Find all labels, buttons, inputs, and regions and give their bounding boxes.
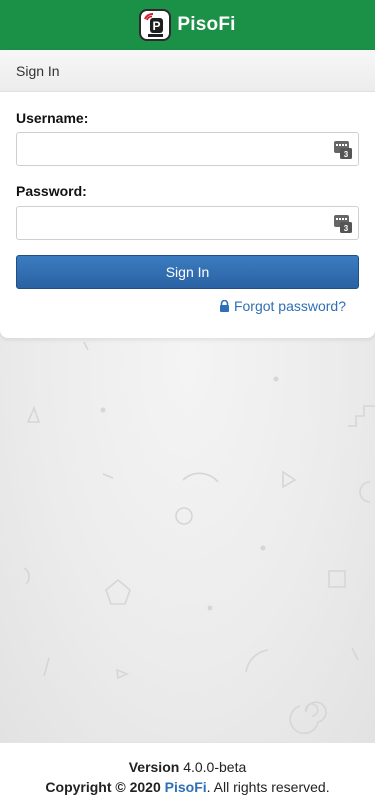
username-input[interactable] xyxy=(17,133,317,165)
brand-name: PisoFi xyxy=(177,14,236,35)
footer: Version 4.0.0-beta Copyright © 2020 Piso… xyxy=(0,742,375,812)
svg-text:3: 3 xyxy=(344,224,349,233)
copyright-prefix: Copyright © 2020 xyxy=(45,779,161,795)
top-navbar: P PisoFi xyxy=(0,0,375,50)
version-value: 4.0.0-beta xyxy=(183,759,247,775)
copyright-suffix: . All rights reserved. xyxy=(206,779,330,795)
brand[interactable]: P PisoFi xyxy=(139,9,235,41)
password-label: Password: xyxy=(16,183,87,199)
username-label: Username: xyxy=(16,110,89,126)
virtual-keyboard-icon[interactable]: 3 xyxy=(334,215,352,233)
footer-brand-link[interactable]: PisoFi xyxy=(165,779,207,795)
lock-icon xyxy=(219,300,229,312)
login-card: Sign In Username: 3 Password: 3 Sign In xyxy=(0,50,375,338)
username-field-wrapper: 3 xyxy=(16,132,359,166)
svg-text:3: 3 xyxy=(344,150,349,159)
version-line: Version 4.0.0-beta xyxy=(0,759,375,775)
virtual-keyboard-icon[interactable]: 3 xyxy=(334,141,352,159)
version-label: Version xyxy=(128,759,180,775)
pisofi-logo-icon: P xyxy=(139,9,172,41)
sign-in-button[interactable]: Sign In xyxy=(16,255,359,289)
forgot-password-label: Forgot password? xyxy=(233,298,346,314)
copyright-line: Copyright © 2020 PisoFi. All rights rese… xyxy=(0,779,375,795)
svg-text:P: P xyxy=(153,19,161,33)
login-card-header: Sign In xyxy=(0,50,375,92)
forgot-password-link[interactable]: Forgot password? xyxy=(219,298,346,314)
password-field-wrapper: 3 xyxy=(16,206,359,240)
password-input[interactable] xyxy=(17,207,317,239)
